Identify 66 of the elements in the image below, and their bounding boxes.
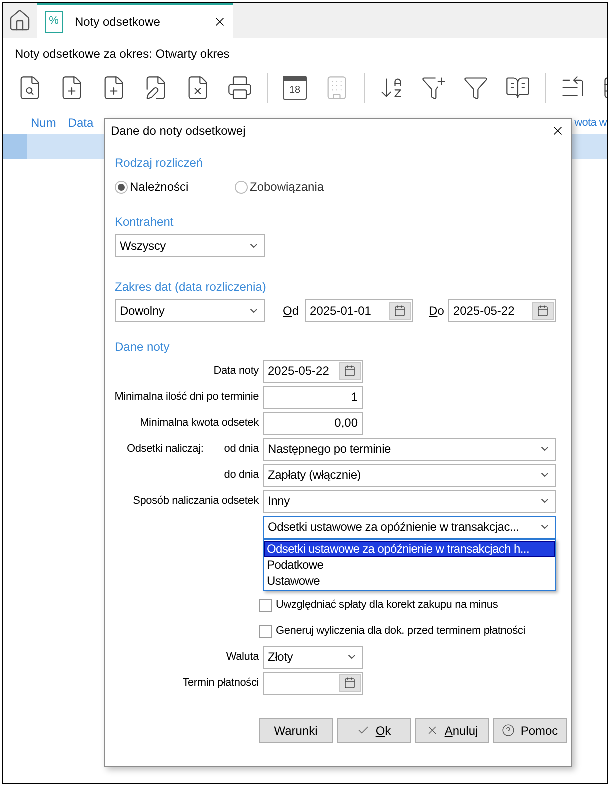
tab-icon: %	[45, 10, 63, 32]
checkbox-label: Generuj wyliczenia dla dok. przed terminem płatności	[276, 624, 526, 639]
checkbox[interactable]	[259, 598, 272, 612]
field-label: Sposób naliczania odsetek	[133, 494, 259, 509]
dropdown-option[interactable]: Podatkowe	[264, 556, 555, 572]
calendar-icon	[344, 677, 356, 689]
book-icon	[505, 75, 531, 101]
dropdown[interactable]: Złoty	[263, 646, 363, 668]
calendar-day: 18	[289, 84, 301, 96]
dropdown[interactable]: Odsetki ustawowe za opóźnienie w transakcjac...	[263, 516, 556, 538]
dropdown[interactable]: Zapłaty (włącznie)	[263, 464, 556, 486]
date-field[interactable]: 2025-01-01	[305, 299, 414, 322]
toolbar-button[interactable]: 18	[280, 73, 310, 103]
dialog-button[interactable]: Pomoc	[493, 718, 567, 743]
column-header[interactable]: Data	[68, 114, 94, 132]
dropdown[interactable]: Dowolny	[115, 299, 265, 322]
field-label: Minimalna kwota odsetek	[140, 416, 259, 431]
field-label: Do	[429, 302, 444, 320]
calendar-button[interactable]	[532, 302, 554, 320]
field-label: od dnia	[224, 442, 259, 457]
calendar-button[interactable]	[389, 302, 412, 320]
radio-button[interactable]	[115, 180, 128, 194]
number-field[interactable]: 1	[263, 386, 363, 408]
printer-icon	[227, 75, 253, 101]
date-field[interactable]: 2025-05-22	[448, 299, 556, 322]
dropdown[interactable]: Następnego po terminie	[263, 438, 556, 460]
column-header[interactable]: wota w	[574, 114, 607, 132]
section-heading: Kontrahent	[115, 214, 175, 231]
field-label: Minimalna ilość dni po terminie	[114, 390, 259, 405]
column-header[interactable]: Num	[31, 114, 56, 132]
field-label: Waluta	[226, 650, 259, 665]
field-label: do dnia	[224, 468, 259, 483]
field-label: Odsetki naliczaj:	[127, 442, 204, 457]
calendar-icon	[394, 304, 406, 316]
date-field[interactable]	[263, 672, 363, 694]
calendar-button[interactable]	[339, 674, 361, 692]
field-label: Od	[283, 302, 300, 320]
field-label: Termin płatności	[182, 676, 259, 691]
dialog-button[interactable]: Warunki	[259, 718, 333, 743]
section-heading: Zakres dat (data rozliczenia)	[115, 279, 268, 296]
radio-label: Zobowiązania	[250, 179, 324, 196]
date-field[interactable]: 2025-05-22	[263, 360, 363, 382]
dropdown[interactable]: Inny	[263, 490, 556, 512]
dialog-button[interactable]: Ok	[337, 718, 411, 743]
subtitle: Noty odsetkowe za okres: Otwarty okres	[15, 46, 231, 63]
dropdown-option[interactable]: Odsetki ustawowe za opóźnienie w transakcjach h...	[264, 540, 555, 556]
number-field[interactable]: 0,00	[263, 412, 363, 434]
home-icon	[8, 8, 32, 32]
dialog-title: Dane do noty odsetkowej	[111, 122, 246, 140]
filter-icon	[421, 75, 447, 101]
filter-icon	[463, 75, 489, 101]
calendar-button[interactable]	[339, 362, 361, 380]
field-label: Data noty	[214, 364, 259, 379]
section-heading: Dane noty	[115, 339, 171, 356]
dropdown[interactable]: Wszyscy	[115, 234, 265, 257]
document-tab[interactable]: % Noty odsetkowe	[37, 3, 233, 38]
calendar-icon	[344, 365, 356, 377]
radio-label: Należności	[130, 179, 189, 196]
calendar-icon	[537, 304, 550, 316]
dialog-button[interactable]: Anuluj	[415, 718, 489, 743]
help-icon	[502, 724, 515, 737]
checkbox-label: Uwzględniać spłaty dla korekt zakupu na minus	[276, 598, 498, 613]
dropdown-option[interactable]: Ustawowe	[264, 572, 555, 588]
checkbox[interactable]	[259, 624, 272, 638]
radio-button[interactable]	[235, 180, 248, 194]
section-heading: Rodzaj rozliczeń	[115, 155, 204, 172]
